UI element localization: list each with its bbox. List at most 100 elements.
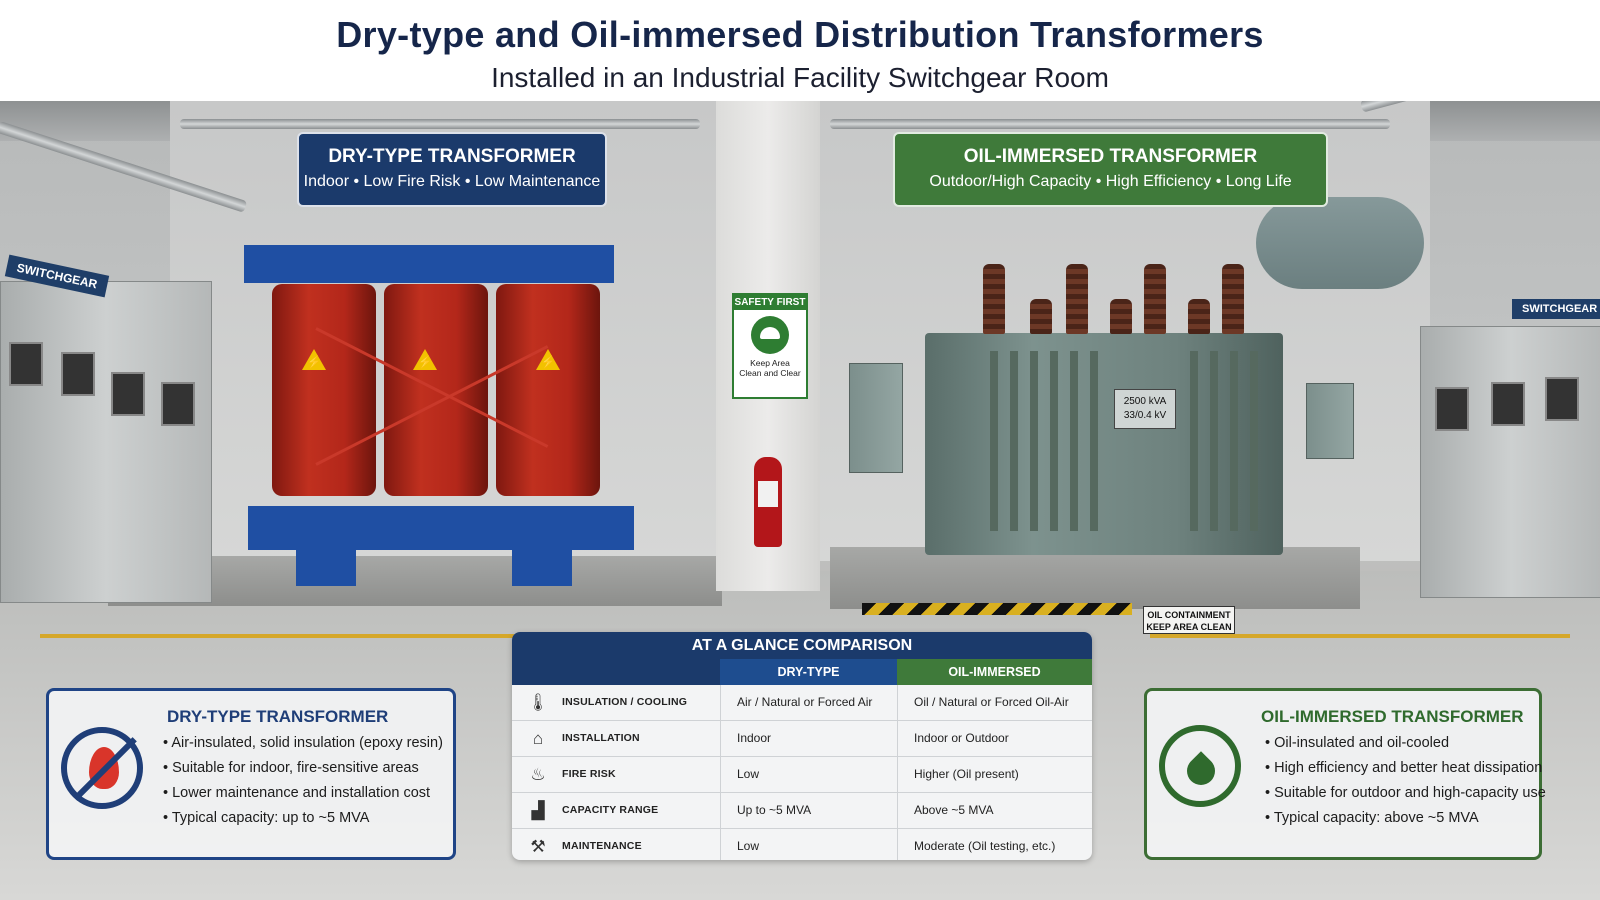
radiator-fin [1090,351,1098,531]
bar-chart-icon: ▟ [531,801,545,820]
radiator-fin [1010,351,1018,531]
table-row: 🌡 INSULATION / COOLING Air / Natural or … [512,685,1092,721]
radiator-fin [1250,351,1258,531]
radiator-fin [990,351,998,531]
oil-bullet: Typical capacity: above ~5 MVA [1265,810,1546,835]
dry-transformer-base-frame [248,506,634,550]
dry-label-tagline: Indoor • Low Fire Risk • Low Maintenance [303,173,601,190]
radiator-fin [1230,351,1238,531]
radiator-fin [1050,351,1058,531]
dry-bullet: Air-insulated, solid insulation (epoxy r… [163,735,443,760]
row-label: MAINTENANCE [562,840,642,852]
oil-value: Oil / Natural or Forced Oil-Air [914,695,1069,709]
radiator-fin [1030,351,1038,531]
oil-immersed-info-box: OIL-IMMERSED TRANSFORMER Oil-insulated a… [1144,688,1546,860]
header-dry-type: DRY-TYPE [720,659,897,685]
hv-bushing [983,264,1005,334]
dry-transformer-label: DRY-TYPE TRANSFORMER Indoor • Low Fire R… [297,132,607,207]
house-icon: ⌂ [532,729,544,748]
thermometer-icon: 🌡 [527,693,549,712]
lv-bushing [1030,299,1052,334]
header-oil-immersed: OIL-IMMERSED [897,659,1092,685]
oil-box-bullets: Oil-insulated and oil-cooled High effici… [1265,735,1546,835]
oil-label-tagline: Outdoor/High Capacity • High Efficiency … [929,173,1292,190]
dry-transformer-top-frame [244,245,614,283]
oil-value: Indoor or Outdoor [914,731,1009,745]
dry-transformer-foot [512,550,572,586]
conduit-pipe [180,119,700,129]
radiator-fin [1210,351,1218,531]
oil-value: Higher (Oil present) [914,767,1019,781]
dry-value: Air / Natural or Forced Air [737,695,873,709]
dry-bullet: Lower maintenance and installation cost [163,785,443,810]
oil-drop-icon [1159,725,1241,807]
nameplate-rating: 2500 kVA [1123,396,1167,407]
radiator-fin [1070,351,1078,531]
oil-value: Moderate (Oil testing, etc.) [914,839,1056,853]
dry-box-title: DRY-TYPE TRANSFORMER [167,707,389,726]
dry-transformer-foot [296,550,356,586]
row-label: INSTALLATION [562,732,640,744]
oil-value: Above ~5 MVA [914,803,994,817]
row-label: CAPACITY RANGE [562,804,659,816]
switchgear-cabinets-left [0,281,212,603]
row-label: INSULATION / COOLING [562,696,688,708]
drop-shape [1181,751,1221,791]
oil-transformer-label: OIL-IMMERSED TRANSFORMER Outdoor/High Ca… [893,132,1328,207]
meter-panel [1435,387,1469,431]
conservator-tank [1256,197,1424,289]
flame-icon: ♨ [530,765,546,784]
oil-bullet: Oil-insulated and oil-cooled [1265,735,1546,760]
oil-bullet: Suitable for outdoor and high-capacity u… [1265,785,1546,810]
header: Dry-type and Oil-immersed Distribution T… [0,0,1600,101]
dry-label-title: DRY-TYPE TRANSFORMER [328,146,576,167]
dry-value: Low [737,839,760,853]
oil-control-cabinet [849,363,903,473]
dry-bullet: Suitable for indoor, fire-sensitive area… [163,760,443,785]
meter-panel [1491,382,1525,426]
dry-value: Low [737,767,760,781]
nameplate-voltage: 33/0.4 kV [1123,410,1167,421]
wrench-icon: ⚒ [530,837,546,856]
table-row: ⚒ MAINTENANCE Low Moderate (Oil testing,… [512,829,1092,860]
lv-bushing [1110,299,1132,334]
nameplate: 2500 kVA 33/0.4 kV [1114,389,1176,429]
dry-coil-phase-a [272,284,376,496]
meter-panel [9,342,43,386]
dry-coil-phase-c [496,284,600,496]
safety-first-sign: SAFETY FIRST Keep Area Clean and Clear [732,293,808,399]
lv-bushing [1188,299,1210,334]
hv-bushing [1222,264,1244,334]
no-fire-icon [61,727,143,809]
hv-glyph: ⚡ [306,355,322,369]
hazard-stripe [862,603,1132,615]
comparison-title: AT A GLANCE COMPARISON [512,632,1092,659]
meter-panel [161,382,195,426]
switchgear-sign-right: SWITCHGEAR [1512,299,1600,319]
switchgear-cabinets-right [1420,326,1600,598]
oil-box-title: OIL-IMMERSED TRANSFORMER [1261,707,1524,726]
page-subtitle: Installed in an Industrial Facility Swit… [491,62,1109,93]
oil-containment-pit [830,547,1360,609]
meter-panel [61,352,95,396]
meter-panel [1545,377,1579,421]
table-row: ▟ CAPACITY RANGE Up to ~5 MVA Above ~5 M… [512,793,1092,829]
page-title: Dry-type and Oil-immersed Distribution T… [336,14,1264,55]
oil-label-title: OIL-IMMERSED TRANSFORMER [963,146,1258,167]
header-blank [512,659,720,685]
meter-panel [111,372,145,416]
comparison-header-row: DRY-TYPE OIL-IMMERSED [512,659,1092,685]
floor-stripe [1150,634,1570,638]
table-row: ⌂ INSTALLATION Indoor Indoor or Outdoor [512,721,1092,757]
row-label: FIRE RISK [562,768,616,780]
extinguisher-label [758,481,778,507]
oil-bullet: High efficiency and better heat dissipat… [1265,760,1546,785]
dry-value: Up to ~5 MVA [737,803,812,817]
oil-control-cabinet [1306,383,1354,459]
hv-bushing [1144,264,1166,334]
hv-bushing [1066,264,1088,334]
comparison-table: AT A GLANCE COMPARISON DRY-TYPE OIL-IMME… [512,632,1092,860]
safety-sign-line1: Keep Area [750,358,790,368]
radiator-fin [1190,351,1198,531]
safety-sign-title: SAFETY FIRST [734,295,806,310]
